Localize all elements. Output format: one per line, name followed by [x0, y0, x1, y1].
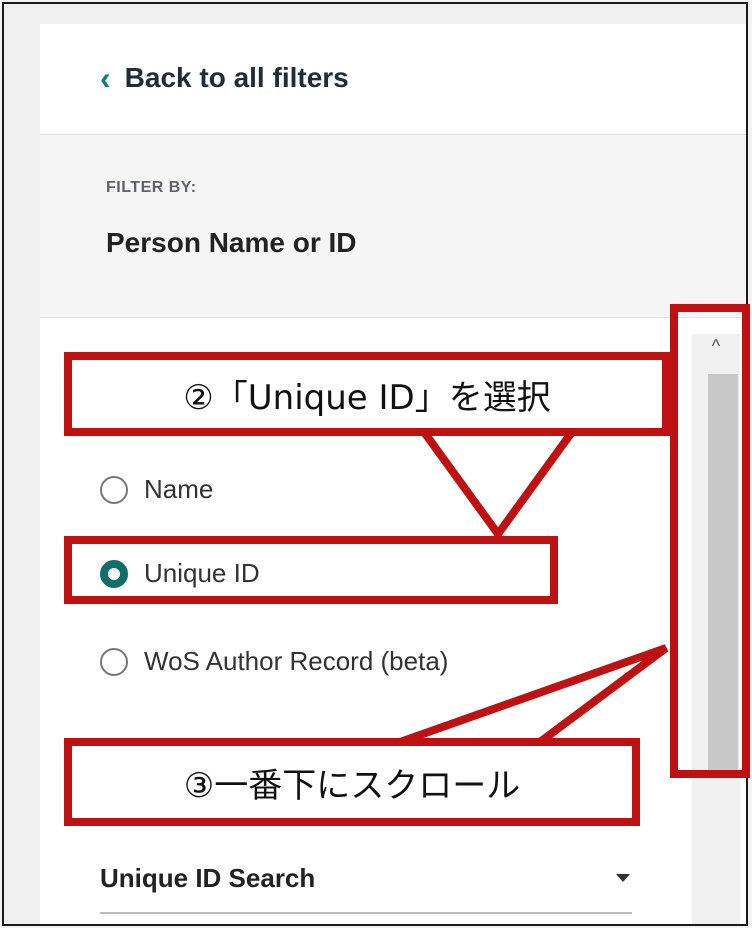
- step3-annotation: ③一番下にスクロール: [64, 738, 640, 826]
- highlight-unique-id: [64, 536, 558, 604]
- step2-annotation: ②「Unique ID」を選択: [64, 352, 670, 436]
- step3-callout-pointer: [398, 644, 669, 746]
- step2-callout-pointer: [416, 428, 580, 541]
- highlight-scrollbar: [670, 304, 750, 778]
